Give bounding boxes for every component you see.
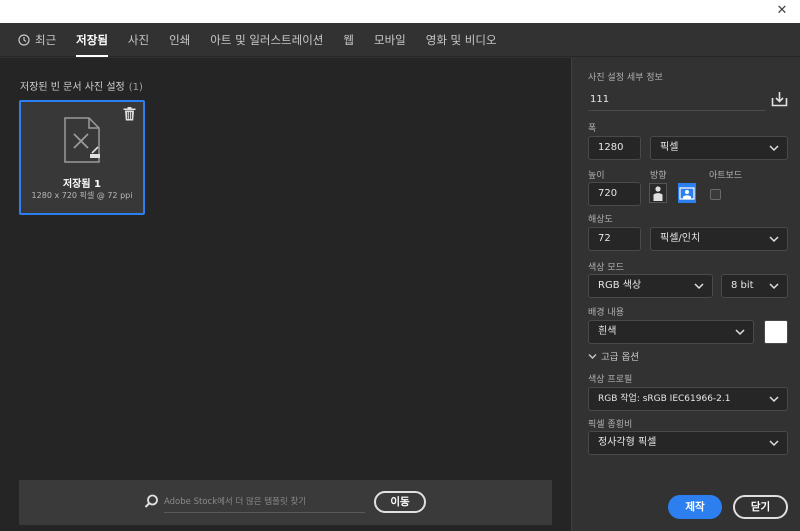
search-icon [144,494,158,508]
background-label: 배경 내용 [588,308,624,318]
color-profile-dropdown[interactable]: RGB 작업: sRGB IEC61966-2.1 [588,387,788,411]
preset-name-value: 111 [590,94,610,105]
chevron-down-icon [694,283,704,290]
width-value: 1280 [598,142,624,153]
save-preset-icon[interactable] [771,91,788,107]
advanced-options-label: 고급 옵션 [601,352,639,363]
height-label: 높이 [588,171,605,181]
preset-dimensions: 1280 x 720 픽셀 @ 72 ppi [31,191,133,200]
preset-name: 저장됨 1 [62,179,102,190]
tab-mobile[interactable]: 모바일 [374,23,406,57]
tab-recent[interactable]: 최근 [18,23,56,57]
chevron-down-icon [588,353,597,359]
background-value: 흰색 [598,326,617,337]
preset-name-input[interactable]: 111 [588,89,766,111]
color-mode-value: RGB 색상 [598,280,642,291]
close-button[interactable]: 닫기 [733,495,788,519]
chevron-down-icon [769,236,779,243]
tab-label: 인쇄 [169,32,191,47]
window-close-button[interactable]: ✕ [774,3,790,19]
resolution-label: 해상도 [588,215,613,225]
section-title-text: 저장된 빈 문서 사진 설정 [20,82,125,93]
portrait-orientation-button[interactable] [649,183,667,203]
orientation-label: 방향 [650,171,667,181]
width-unit-dropdown[interactable]: 픽셀 [650,136,788,160]
resolution-unit-dropdown[interactable]: 픽셀/인치 [650,227,788,251]
color-profile-value: RGB 작업: sRGB IEC61966-2.1 [598,394,731,404]
height-input[interactable]: 720 [588,182,641,206]
tab-label: 영화 및 비디오 [425,32,497,47]
tab-label: 모바일 [373,32,406,47]
tab-saved[interactable]: 저장됨 [76,23,108,57]
width-input[interactable]: 1280 [588,136,641,160]
pixel-ratio-dropdown[interactable]: 정사각형 픽셀 [588,431,788,455]
presets-area: 저장된 빈 문서 사진 설정 (1) 저장됨 1 1280 x 720 픽셀 @ … [0,58,571,531]
bit-depth-value: 8 bit [731,280,754,291]
tab-label: 웹 [343,32,354,47]
portrait-icon [653,186,663,201]
resolution-value: 72 [598,233,611,244]
tab-art-illustration[interactable]: 아트 및 일러스트레이션 [210,23,323,57]
tab-photo[interactable]: 사진 [128,23,149,57]
stock-search-bar: 이동 [19,480,552,525]
height-value: 720 [598,188,618,199]
preset-details-panel: 사진 설정 세부 정보 111 폭 1280 픽셀 높이 방향 아트보드 720… [571,58,800,531]
create-button[interactable]: 제작 [668,495,722,519]
clock-icon [18,33,30,46]
artboard-checkbox[interactable] [710,189,721,200]
document-preset-icon [64,117,100,163]
resolution-unit-value: 픽셀/인치 [660,233,701,244]
landscape-orientation-button[interactable] [678,183,696,203]
details-header: 사진 설정 세부 정보 [588,73,663,83]
tab-print[interactable]: 인쇄 [169,23,190,57]
color-mode-dropdown[interactable]: RGB 색상 [588,274,713,298]
section-title: 저장된 빈 문서 사진 설정 (1) [20,78,143,93]
section-count: (1) [128,82,143,93]
window-titlebar: ✕ [0,0,800,23]
tab-label: 사진 [127,32,150,47]
stock-go-button[interactable]: 이동 [374,491,426,513]
category-tabs: 최근 저장됨 사진 인쇄 아트 및 일러스트레이션 웹 모바일 영화 및 비디오 [0,23,800,57]
stock-search-input[interactable] [164,491,365,513]
width-label: 폭 [588,124,597,134]
chevron-down-icon [769,396,779,403]
resolution-input[interactable]: 72 [588,227,641,251]
chevron-down-icon [769,145,779,152]
pixel-ratio-label: 픽셀 종횡비 [588,420,633,430]
tab-web[interactable]: 웹 [343,23,354,57]
tab-label: 저장됨 [76,32,108,47]
pixel-ratio-value: 정사각형 픽셀 [598,437,657,448]
background-color-swatch[interactable] [764,320,788,344]
color-mode-label: 색상 모드 [588,263,624,273]
bit-depth-dropdown[interactable]: 8 bit [721,274,788,298]
chevron-down-icon [769,283,779,290]
background-dropdown[interactable]: 흰색 [588,320,754,344]
tab-label: 최근 [35,32,57,47]
color-profile-label: 색상 프로필 [588,375,633,385]
chevron-down-icon [769,440,779,447]
trash-icon[interactable] [123,107,136,121]
chevron-down-icon [735,329,745,336]
tab-film-video[interactable]: 영화 및 비디오 [426,23,497,57]
width-unit-value: 픽셀 [660,142,679,153]
landscape-icon [679,187,695,200]
saved-preset-card[interactable]: 저장됨 1 1280 x 720 픽셀 @ 72 ppi [19,100,145,215]
advanced-options-toggle[interactable]: 고급 옵션 [588,349,639,363]
artboard-label: 아트보드 [709,171,743,181]
tab-label: 아트 및 일러스트레이션 [210,32,324,47]
